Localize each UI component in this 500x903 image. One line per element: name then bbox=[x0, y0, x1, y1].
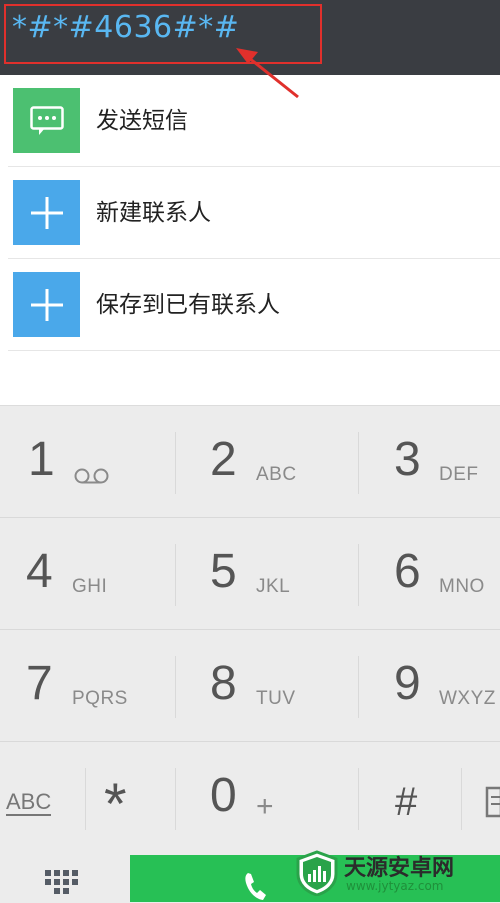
watermark-url: www.jytyaz.com bbox=[346, 879, 444, 893]
phone-icon bbox=[245, 873, 266, 900]
key-9[interactable]: 9 WXYZ bbox=[359, 630, 500, 742]
key-digit: 8 bbox=[210, 657, 237, 710]
option-send-sms[interactable]: 发送短信 bbox=[0, 75, 500, 167]
watermark-logo-icon bbox=[296, 850, 338, 896]
key-2[interactable]: 2 ABC bbox=[176, 406, 359, 518]
key-5[interactable]: 5 JKL bbox=[176, 518, 359, 630]
site-watermark: 天源安卓网 www.jytyaz.com bbox=[294, 848, 494, 898]
keypad-row: 1 2 ABC 3 DEF bbox=[0, 406, 500, 518]
option-label: 新建联系人 bbox=[96, 200, 211, 226]
key-7[interactable]: 7 PQRS bbox=[0, 630, 176, 742]
key-1[interactable]: 1 bbox=[0, 406, 176, 518]
divider bbox=[8, 350, 500, 351]
key-8[interactable]: 8 TUV bbox=[176, 630, 359, 742]
keypad-row: ABC * 0 + # bbox=[0, 742, 500, 856]
option-label: 保存到已有联系人 bbox=[96, 292, 280, 318]
key-letters: WXYZ bbox=[439, 688, 496, 709]
watermark-title: 天源安卓网 bbox=[344, 856, 455, 881]
key-digit: 6 bbox=[394, 545, 421, 598]
keypad-row: 7 PQRS 8 TUV 9 WXYZ bbox=[0, 630, 500, 742]
key-digit: 3 bbox=[394, 433, 421, 486]
key-abc-mode[interactable]: ABC bbox=[0, 742, 86, 854]
dial-keypad: 1 2 ABC 3 DEF 4 GHI 5 JKL 6 MNO 7 PQRS 8… bbox=[0, 405, 500, 903]
option-new-contact[interactable]: 新建联系人 bbox=[0, 167, 500, 259]
plus-icon bbox=[13, 180, 80, 245]
key-digit: 4 bbox=[26, 545, 53, 598]
keypad-row: 4 GHI 5 JKL 6 MNO bbox=[0, 518, 500, 630]
key-digit: * bbox=[104, 772, 127, 837]
key-letters: MNO bbox=[439, 576, 485, 597]
key-letters: JKL bbox=[256, 576, 291, 597]
key-0[interactable]: 0 + bbox=[176, 742, 359, 854]
key-3[interactable]: 3 DEF bbox=[359, 406, 500, 518]
abc-label: ABC bbox=[6, 789, 52, 817]
key-letters: TUV bbox=[256, 688, 296, 709]
key-4[interactable]: 4 GHI bbox=[0, 518, 176, 630]
option-label: 发送短信 bbox=[96, 108, 188, 134]
key-star[interactable]: * bbox=[86, 742, 176, 854]
key-6[interactable]: 6 MNO bbox=[359, 518, 500, 630]
key-digit: 7 bbox=[26, 657, 53, 710]
plus-icon bbox=[13, 272, 80, 337]
key-letters: GHI bbox=[72, 576, 108, 597]
voicemail-icon bbox=[74, 468, 109, 484]
dialpad-toggle-button[interactable] bbox=[0, 855, 130, 902]
key-hash[interactable]: # bbox=[359, 742, 462, 854]
message-icon bbox=[13, 88, 80, 153]
option-save-to-existing-contact[interactable]: 保存到已有联系人 bbox=[0, 259, 500, 351]
key-digit: 0 bbox=[210, 769, 237, 822]
key-digit: 2 bbox=[210, 433, 237, 486]
dialpad-icon bbox=[45, 870, 78, 894]
backspace-icon bbox=[485, 786, 500, 818]
key-digit: 5 bbox=[210, 545, 237, 598]
key-letters: ABC bbox=[256, 464, 297, 485]
key-digit: 9 bbox=[394, 657, 421, 710]
key-digit: # bbox=[395, 780, 418, 824]
key-digit: 1 bbox=[28, 433, 55, 486]
number-actions-list: 发送短信 新建联系人 保存到已有联系人 bbox=[0, 75, 500, 351]
key-plus: + bbox=[256, 790, 274, 823]
backspace-key[interactable] bbox=[462, 742, 500, 854]
key-letters: DEF bbox=[439, 464, 479, 485]
key-letters: PQRS bbox=[72, 688, 128, 709]
